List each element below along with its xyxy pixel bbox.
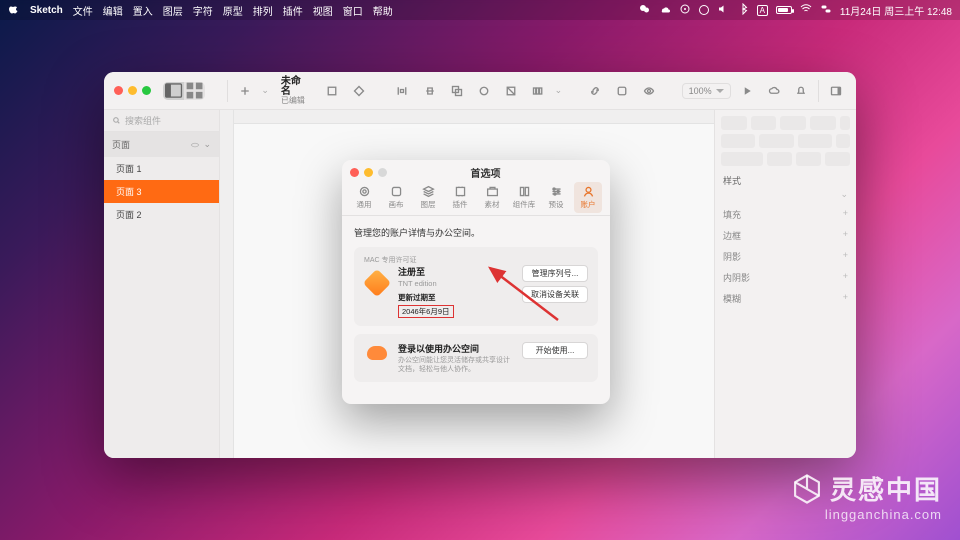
- prefs-tab-account[interactable]: 账户: [574, 182, 602, 213]
- insp-inner-shadow[interactable]: 内阴影+: [721, 267, 850, 288]
- preferences-window: 首选项 通用 画布 图层 插件 素材 组件库 预设 账户 管理您的账户详情与办公…: [342, 160, 610, 404]
- prefs-heading: 管理您的账户详情与办公空间。: [354, 226, 598, 239]
- inspector-toggle-icon[interactable]: [825, 80, 846, 102]
- menu-file[interactable]: 文件: [73, 3, 93, 18]
- align-row[interactable]: [721, 116, 850, 130]
- tb-cloud-icon[interactable]: [764, 80, 785, 102]
- status-cloud-icon[interactable]: [659, 3, 671, 18]
- tb-notifications-icon[interactable]: [791, 80, 812, 102]
- sidebar-search[interactable]: 搜索组件: [104, 110, 219, 132]
- tb-distribute-icon[interactable]: [392, 80, 413, 102]
- menubar-app-name[interactable]: Sketch: [30, 5, 63, 16]
- registered-to-label: 注册至: [398, 265, 514, 278]
- tb-play-icon[interactable]: [737, 80, 758, 102]
- add-button[interactable]: [234, 80, 255, 102]
- tb-hotspot-icon[interactable]: [611, 80, 632, 102]
- menu-edit[interactable]: 编辑: [103, 3, 123, 18]
- menu-plugins[interactable]: 插件: [283, 3, 303, 18]
- menu-insert[interactable]: 置入: [133, 3, 153, 18]
- tb-symbol-icon[interactable]: [349, 80, 370, 102]
- prefs-title: 首选项: [397, 165, 574, 180]
- apple-logo-icon[interactable]: [8, 3, 20, 18]
- window-traffic-lights[interactable]: [114, 86, 151, 95]
- menu-layer[interactable]: 图层: [163, 3, 183, 18]
- prefs-tab-assets[interactable]: 素材: [478, 182, 506, 213]
- zoom-dropdown[interactable]: 100%: [682, 83, 731, 99]
- menu-view[interactable]: 视图: [313, 3, 333, 18]
- sidebar-page-1[interactable]: 页面 1: [104, 157, 219, 180]
- watermark-logo-icon: [790, 472, 824, 506]
- transform-row[interactable]: [721, 152, 850, 166]
- license-card: MAC 专用许可证 注册至 TNT edition 更新过期至 2046年6月9…: [354, 247, 598, 326]
- tb-align-icon[interactable]: [419, 80, 440, 102]
- prefs-tab-presets[interactable]: 预设: [542, 182, 570, 213]
- tb-boolean-icon[interactable]: [446, 80, 467, 102]
- tb-scale-icon[interactable]: [500, 80, 521, 102]
- sidebar-page-3[interactable]: 页面 3: [104, 180, 219, 203]
- sidebar-page-2[interactable]: 页面 2: [104, 203, 219, 226]
- status-volume-icon[interactable]: [717, 3, 729, 18]
- add-dropdown-icon[interactable]: ⌄: [261, 85, 269, 96]
- menu-arrange[interactable]: 排列: [253, 3, 273, 18]
- grid-view-icon: [184, 82, 205, 100]
- macos-menubar: Sketch 文件 编辑 置入 图层 字符 原型 排列 插件 视图 窗口 帮助 …: [0, 0, 960, 20]
- prefs-tab-layers[interactable]: 图层: [414, 182, 442, 213]
- status-wifi-icon[interactable]: [800, 3, 812, 18]
- menu-window[interactable]: 窗口: [343, 3, 363, 18]
- cloud-icon: [367, 346, 387, 360]
- prefs-tab-general[interactable]: 通用: [350, 182, 378, 213]
- workspace-card: 登录以使用办公空间 办公空间能让您灵活储存或共享设计文档，轻松与他人协作。 开始…: [354, 334, 598, 382]
- document-title: 未命名 已编辑: [281, 77, 310, 105]
- tb-preview-icon[interactable]: [638, 80, 659, 102]
- search-icon: [112, 116, 121, 125]
- menu-text[interactable]: 字符: [193, 3, 213, 18]
- status-target-icon[interactable]: [679, 3, 691, 18]
- license-badge: MAC 专用许可证: [364, 255, 588, 265]
- renew-label: 更新过期至: [398, 292, 514, 303]
- manage-serial-button[interactable]: 管理序列号...: [522, 265, 588, 282]
- inspector-panel: 样式 ⌄ 填充+ 边框+ 阴影+ 内阴影+ 模糊+: [714, 110, 856, 458]
- sidebar-group-head[interactable]: 页面 ⌄: [104, 132, 219, 157]
- tb-mask-icon[interactable]: [473, 80, 494, 102]
- sketch-diamond-icon: [363, 269, 391, 297]
- status-bluetooth-icon[interactable]: [737, 3, 749, 18]
- menu-prototype[interactable]: 原型: [223, 3, 243, 18]
- tb-artboard-icon[interactable]: [322, 80, 343, 102]
- status-record-icon[interactable]: [699, 5, 709, 15]
- prefs-tab-libraries[interactable]: 组件库: [510, 182, 538, 213]
- prefs-tabs: 通用 画布 图层 插件 素材 组件库 预设 账户: [342, 180, 610, 216]
- edition-label: TNT edition: [398, 279, 514, 288]
- status-wechat-icon[interactable]: [639, 3, 651, 18]
- status-battery-icon[interactable]: [776, 6, 792, 14]
- eye-icon: ⌄: [190, 139, 211, 150]
- prefs-tab-plugins[interactable]: 插件: [446, 182, 474, 213]
- unlink-device-button[interactable]: 取消设备关联: [522, 286, 588, 303]
- menu-help[interactable]: 帮助: [373, 3, 393, 18]
- watermark: 灵感中国 lingganchina.com: [790, 470, 942, 522]
- ruler-vertical: [220, 110, 234, 458]
- sidebar-show-icon: [163, 82, 184, 100]
- prefs-tab-canvas[interactable]: 画布: [382, 182, 410, 213]
- insp-border[interactable]: 边框+: [721, 225, 850, 246]
- sidebar: 搜索组件 页面 ⌄ 页面 1 页面 3 页面 2: [104, 110, 220, 458]
- menubar-clock[interactable]: 11月24日 周三上午 12:48: [840, 3, 952, 18]
- style-heading: 样式: [721, 170, 850, 189]
- sidebar-toggle-segment[interactable]: [163, 82, 205, 100]
- ruler-horizontal: [220, 110, 714, 124]
- coord-row[interactable]: [721, 134, 850, 148]
- status-control-center-icon[interactable]: [820, 3, 832, 18]
- workspace-desc: 办公空间能让您灵活储存或共享设计文档，轻松与他人协作。: [398, 356, 514, 374]
- workspace-start-button[interactable]: 开始使用...: [522, 342, 588, 359]
- workspace-title: 登录以使用办公空间: [398, 342, 514, 355]
- tb-layout-icon[interactable]: [528, 80, 549, 102]
- insp-blur[interactable]: 模糊+: [721, 288, 850, 309]
- status-input-icon[interactable]: A: [757, 5, 768, 16]
- insp-shadow[interactable]: 阴影+: [721, 246, 850, 267]
- window-toolbar: ⌄ 未命名 已编辑 ⌄ 100%: [104, 72, 856, 110]
- renew-date: 2046年6月9日: [398, 305, 454, 318]
- tb-link-icon[interactable]: [584, 80, 605, 102]
- insp-fill[interactable]: 填充+: [721, 204, 850, 225]
- prefs-traffic-lights[interactable]: [350, 168, 387, 177]
